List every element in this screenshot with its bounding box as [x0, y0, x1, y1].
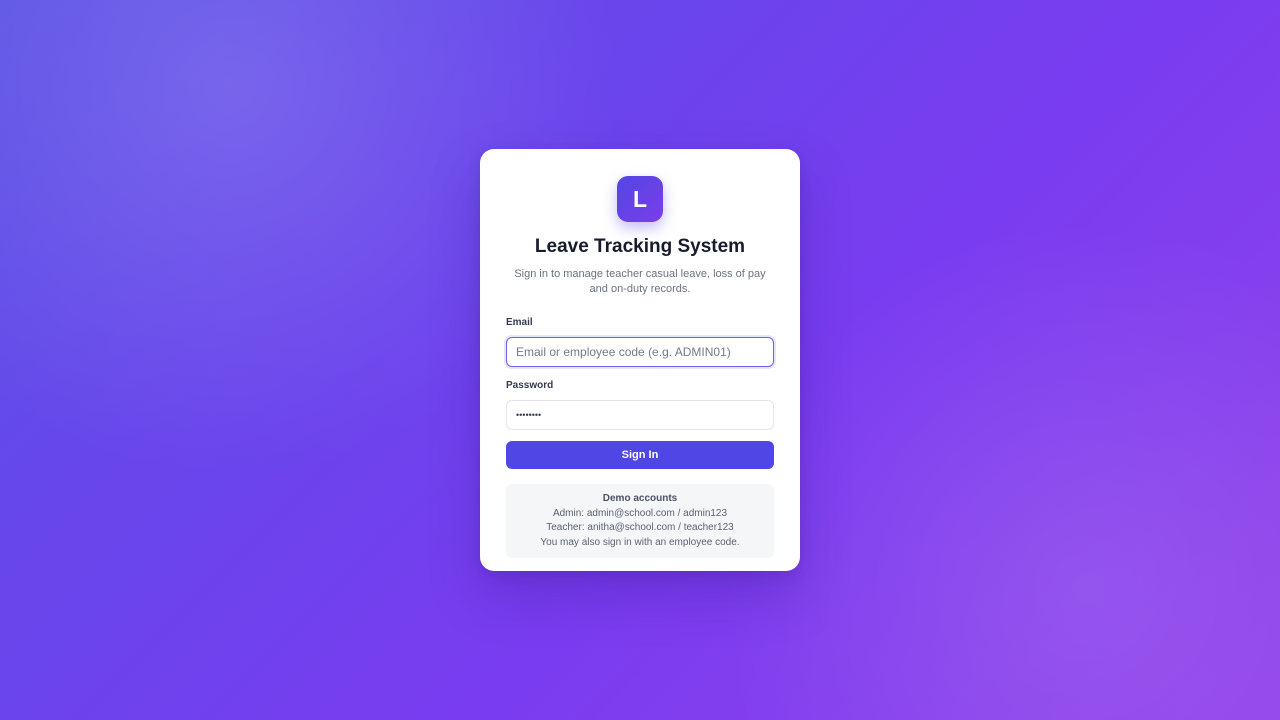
password-label: Password — [506, 380, 554, 391]
demo-admin-line: Admin: admin@school.com / admin123 — [552, 507, 728, 519]
page-subtitle: Sign in to manage teacher casual leave, … — [514, 268, 766, 295]
email-label: Email — [506, 317, 533, 328]
sign-in-button[interactable]: Sign In — [506, 441, 774, 469]
login-card: L Leave Tracking System Sign in to manag… — [480, 149, 800, 571]
demo-note: You may also sign in with an employee co… — [540, 536, 740, 548]
demo-accounts-box: Demo accounts Admin: admin@school.com / … — [506, 484, 774, 558]
app-logo: L — [617, 176, 663, 222]
demo-accounts-title: Demo accounts — [602, 493, 678, 504]
email-field[interactable] — [506, 337, 774, 367]
password-field[interactable] — [506, 400, 774, 430]
page-title: Leave Tracking System — [534, 236, 746, 257]
demo-teacher-line: Teacher: anitha@school.com / teacher123 — [546, 522, 734, 533]
